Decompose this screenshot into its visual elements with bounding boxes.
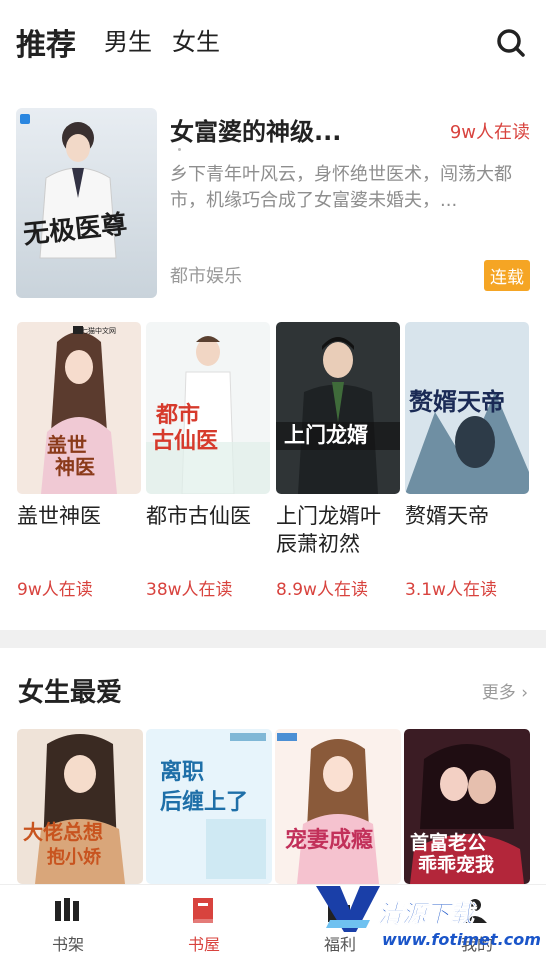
decorative-dot	[178, 148, 181, 151]
book-cover[interactable]: 赘婿天帝	[405, 322, 529, 494]
book-title[interactable]: 赘婿天帝	[405, 502, 529, 562]
book-card[interactable]: 七猫中文网 盖世 神医 盖世神医 9w人在读	[17, 322, 141, 600]
svg-text:抱小娇: 抱小娇	[47, 846, 102, 868]
book-readers: 38w人在读	[146, 580, 233, 600]
watermark-url: www.fotimet.com	[382, 930, 541, 949]
svg-text:宠妻成瘾: 宠妻成瘾	[285, 827, 373, 853]
book-title[interactable]: 盖世神医	[17, 502, 141, 562]
book-card[interactable]: 都市 古仙医 都市古仙医 38w人在读	[146, 322, 270, 600]
svg-text:赘婿天帝: 赘婿天帝	[408, 387, 505, 416]
featured-book-description: 乡下青年叶风云，身怀绝世医术，闯荡大都市，机缘巧合成了女富婆未婚夫，...	[170, 164, 512, 211]
girl-book-cover[interactable]: 离职 后缠上了	[146, 729, 272, 884]
svg-text:神医: 神医	[55, 455, 95, 479]
section-divider	[0, 630, 546, 648]
bookshelf-icon	[55, 898, 79, 921]
book-cover[interactable]: 上门龙婿	[276, 322, 400, 494]
svg-text:首富老公: 首富老公	[410, 831, 486, 854]
nav-label: 书屋	[187, 935, 220, 953]
featured-book-title[interactable]: 女富婆的神级...	[170, 112, 341, 147]
svg-text:盖世: 盖世	[47, 433, 87, 457]
featured-book-cover[interactable]: 无极医尊	[16, 108, 157, 298]
more-label: 更多	[481, 683, 516, 703]
girl-book-cover[interactable]: 首富老公 乖乖宠我	[404, 729, 530, 884]
tab-recommend[interactable]: 推荐	[16, 20, 76, 64]
watermark-text: 清源下载	[378, 900, 475, 929]
more-link[interactable]: 更多 ›	[482, 678, 528, 703]
section-title: 女生最爱	[18, 678, 123, 708]
nav-label: 书架	[51, 935, 84, 953]
featured-book-readers: 9w人在读	[449, 122, 530, 143]
book-readers: 3.1w人在读	[405, 580, 497, 600]
svg-text:七猫中文网: 七猫中文网	[81, 326, 116, 335]
bookstore-icon	[193, 898, 213, 923]
book-cover[interactable]: 七猫中文网 盖世 神医	[17, 322, 141, 494]
book-card[interactable]: 上门龙婿 上门龙婿叶辰萧初然 8.9w人在读	[276, 322, 400, 600]
nav-bookshelf[interactable]: 书架	[0, 885, 136, 953]
svg-text:都市: 都市	[155, 402, 200, 428]
tab-male[interactable]: 男生	[104, 22, 152, 57]
girl-book-cover[interactable]: 宠妻成瘾	[275, 729, 401, 884]
book-card[interactable]: 赘婿天帝 赘婿天帝 3.1w人在读	[405, 322, 529, 600]
svg-text:离职: 离职	[160, 759, 204, 785]
search-icon[interactable]	[496, 28, 526, 58]
tab-female[interactable]: 女生	[172, 22, 220, 57]
book-readers: 8.9w人在读	[276, 580, 368, 600]
svg-text:古仙医: 古仙医	[152, 428, 218, 454]
book-title[interactable]: 都市古仙医	[146, 502, 270, 562]
book-readers: 9w人在读	[17, 580, 93, 600]
book-title[interactable]: 上门龙婿叶辰萧初然	[276, 502, 400, 562]
status-badge: 连载	[484, 260, 530, 291]
top-tab-bar: 推荐 男生 女生	[0, 0, 546, 80]
girl-book-cover[interactable]: 大佬总想 抱小娇	[17, 729, 143, 884]
svg-text:后缠上了: 后缠上了	[160, 789, 248, 815]
svg-text:乖乖宠我: 乖乖宠我	[418, 853, 494, 876]
book-cover[interactable]: 都市 古仙医	[146, 322, 270, 494]
nav-bookstore[interactable]: 书屋	[136, 885, 272, 953]
featured-book-category: 都市娱乐	[170, 266, 242, 287]
chevron-right-icon: ›	[521, 683, 528, 703]
svg-text:上门龙婿: 上门龙婿	[284, 422, 368, 447]
svg-text:大佬总想: 大佬总想	[23, 820, 103, 844]
